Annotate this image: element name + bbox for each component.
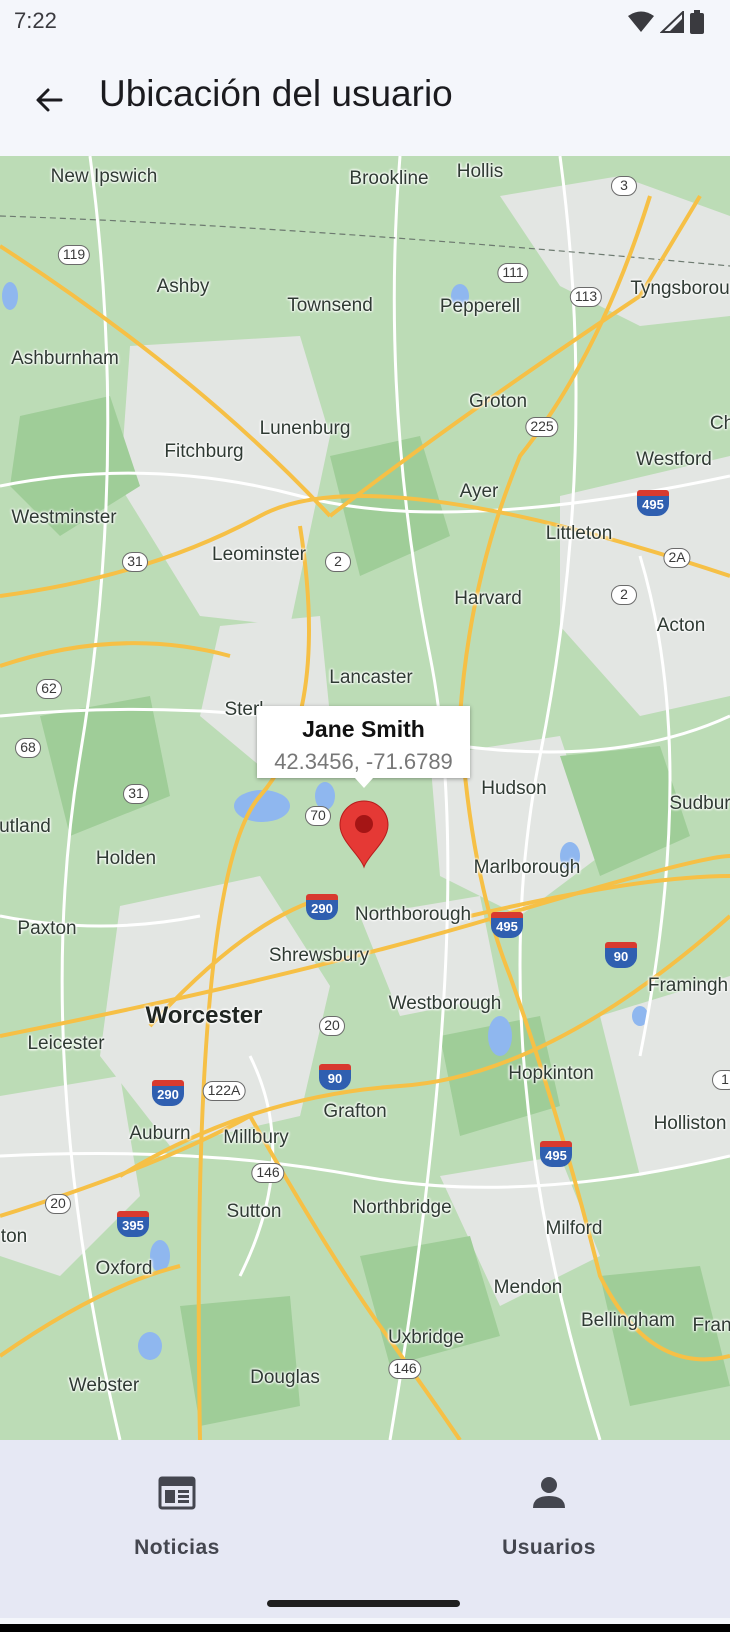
route-shield: 113	[569, 287, 603, 307]
place-label: Ashburnham	[11, 348, 119, 369]
place-label: Auburn	[129, 1123, 191, 1144]
route-shield: 2A	[663, 548, 691, 568]
place-label: Lunenburg	[259, 418, 351, 439]
place-label: Leominster	[212, 544, 306, 565]
status-bar: 7:22	[0, 0, 730, 44]
place-label: Framingh	[647, 975, 729, 996]
nav-item-usuarios[interactable]: Usuarios	[449, 1440, 649, 1560]
route-shield: 225	[525, 417, 559, 437]
interstate-shield: 395	[117, 1211, 149, 1237]
place-label: Harvard	[454, 588, 522, 609]
route-shield: 119	[57, 245, 91, 265]
place-label: New Ipswich	[50, 166, 158, 187]
place-label: Sutton	[226, 1201, 282, 1222]
route-shield: 31	[122, 552, 148, 572]
place-label: Webster	[68, 1375, 140, 1396]
place-label: Fitchburg	[164, 441, 244, 462]
nav-item-noticias[interactable]: Noticias	[77, 1440, 277, 1560]
place-label: Tyngsborou	[630, 278, 730, 299]
route-shield: 31	[123, 784, 149, 804]
route-shield: 20	[45, 1194, 71, 1214]
place-label: Uxbridge	[387, 1327, 465, 1348]
place-label: Westminster	[11, 507, 117, 528]
signal-icon	[660, 11, 684, 33]
route-shield: 146	[251, 1163, 285, 1183]
place-label: Holliston	[653, 1113, 727, 1134]
place-label: Douglas	[250, 1367, 320, 1388]
place-label: Ashby	[156, 276, 210, 297]
map-pin-icon[interactable]	[338, 799, 390, 869]
interstate-shield: 495	[637, 490, 669, 516]
place-label: Sudbur	[669, 793, 730, 814]
place-label-worcester: Worcester	[145, 1002, 263, 1029]
place-label: Oxford	[95, 1258, 153, 1279]
route-shield: 146	[388, 1359, 422, 1379]
status-time: 7:22	[14, 8, 57, 33]
place-label: Groton	[468, 391, 528, 412]
nav-label-usuarios: Usuarios	[502, 1536, 596, 1559]
place-label: Westford	[636, 449, 712, 470]
newspaper-icon	[158, 1476, 196, 1510]
place-label: Fran	[692, 1315, 730, 1336]
marker-coordinates: 42.3456, -71.6789	[274, 749, 453, 774]
marker-title: Jane Smith	[302, 716, 425, 742]
route-shield: 2	[325, 552, 351, 572]
place-label: ton	[0, 1226, 28, 1247]
place-label: Hollis	[456, 161, 504, 182]
place-label: Lancaster	[329, 667, 413, 688]
gesture-handle[interactable]	[267, 1600, 460, 1607]
wifi-icon	[628, 11, 654, 32]
place-label: Leicester	[27, 1033, 105, 1054]
interstate-shield: 495	[540, 1141, 572, 1167]
place-label: Grafton	[323, 1101, 387, 1122]
place-label: Townsend	[287, 295, 373, 316]
place-label: Paxton	[17, 918, 77, 939]
route-shield: 20	[319, 1016, 345, 1036]
place-label: Northborough	[354, 904, 472, 925]
marker-info-window[interactable]: Jane Smith 42.3456, -71.6789	[257, 706, 470, 788]
screen-edge	[0, 1624, 730, 1632]
place-label: Westborough	[388, 993, 502, 1014]
place-label: Littleton	[545, 523, 613, 544]
place-label: Hopkinton	[508, 1063, 594, 1084]
interstate-shield: 290	[306, 894, 338, 920]
place-label: Ch	[709, 413, 730, 434]
back-button[interactable]	[26, 77, 72, 123]
interstate-shield: 290	[152, 1080, 184, 1106]
interstate-shield: 90	[319, 1064, 351, 1090]
place-label: Brookline	[349, 168, 429, 189]
route-shield: 62	[36, 679, 62, 699]
place-label: utland	[0, 816, 51, 837]
app-bar: Ubicación del usuario	[0, 44, 730, 156]
arrow-back-icon	[36, 88, 63, 112]
place-label: Shrewsbury	[268, 945, 370, 966]
route-shield: 111	[497, 263, 529, 283]
person-icon	[533, 1477, 565, 1508]
battery-icon	[690, 10, 704, 34]
place-label: Millbury	[223, 1127, 289, 1148]
bottom-navigation: Noticias Usuarios	[0, 1440, 730, 1618]
route-shield: 3	[611, 176, 637, 196]
map-view[interactable]: New Ipswich Brookline Hollis Ashby Towns…	[0, 156, 730, 1440]
route-shield: 1	[712, 1070, 730, 1090]
status-icons	[628, 10, 704, 34]
place-label: Pepperell	[439, 296, 521, 317]
route-shield: 122A	[202, 1081, 246, 1101]
page-title: Ubicación del usuario	[99, 73, 453, 114]
interstate-shield: 90	[605, 942, 637, 968]
route-shield: 68	[15, 738, 41, 758]
nav-label-noticias: Noticias	[134, 1536, 220, 1559]
place-label: Ayer	[459, 481, 499, 502]
place-label: Bellingham	[581, 1310, 675, 1331]
place-label: Hudson	[481, 778, 547, 799]
interstate-shield: 495	[491, 912, 523, 938]
place-label: Marlborough	[473, 857, 581, 878]
route-shield: 2	[611, 585, 637, 605]
place-label: Milford	[545, 1218, 603, 1239]
place-label: Mendon	[493, 1277, 563, 1298]
place-label: Northbridge	[352, 1197, 452, 1218]
place-label: Acton	[656, 615, 706, 636]
route-shield: 70	[305, 806, 331, 826]
place-label: Holden	[95, 848, 157, 869]
